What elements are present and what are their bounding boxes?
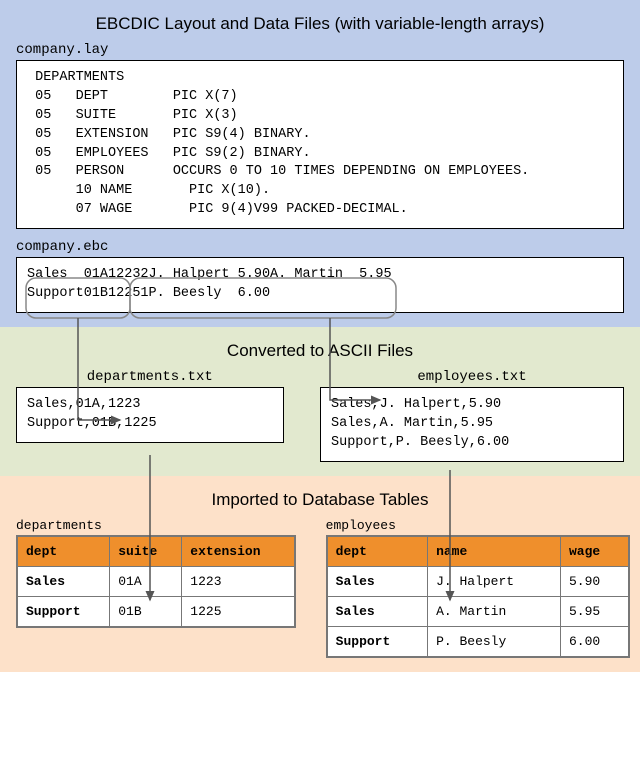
db-section: Imported to Database Tables departments … bbox=[0, 476, 640, 672]
departments-table: dept suite extension Sales 01A 1223 Supp… bbox=[16, 535, 296, 628]
ebc-file-content: Sales 01A12232J. Halpert 5.90A. Martin 5… bbox=[16, 257, 624, 313]
departments-txt-content: Sales,01A,1223 Support,01B,1225 bbox=[16, 387, 284, 443]
section1-title: EBCDIC Layout and Data Files (with varia… bbox=[16, 14, 624, 34]
lay-file-label: company.lay bbox=[16, 42, 624, 58]
employees-table: dept name wage Sales J. Halpert 5.90 Sal… bbox=[326, 535, 630, 658]
wage-header: wage bbox=[561, 536, 629, 567]
extension-header: extension bbox=[182, 536, 295, 567]
employees-txt-content: Sales,J. Halpert,5.90 Sales,A. Martin,5.… bbox=[320, 387, 624, 462]
table-row: Support 01B 1225 bbox=[17, 596, 295, 627]
ebc-file-label: company.ebc bbox=[16, 239, 624, 255]
ascii-section: Converted to ASCII Files departments.txt… bbox=[0, 327, 640, 476]
table-row: Sales 01A 1223 bbox=[17, 566, 295, 596]
employees-table-label: employees bbox=[326, 518, 630, 533]
ebcdic-section: EBCDIC Layout and Data Files (with varia… bbox=[0, 0, 640, 327]
dept-header: dept bbox=[17, 536, 110, 567]
section3-title: Imported to Database Tables bbox=[16, 490, 624, 510]
lay-file-content: DEPARTMENTS 05 DEPT PIC X(7) 05 SUITE PI… bbox=[16, 60, 624, 229]
name-header: name bbox=[428, 536, 561, 567]
table-row: Support P. Beesly 6.00 bbox=[327, 626, 629, 657]
suite-header: suite bbox=[110, 536, 182, 567]
departments-table-label: departments bbox=[16, 518, 296, 533]
employees-txt-label: employees.txt bbox=[320, 369, 624, 385]
section2-title: Converted to ASCII Files bbox=[16, 341, 624, 361]
departments-txt-label: departments.txt bbox=[16, 369, 284, 385]
table-row: Sales J. Halpert 5.90 bbox=[327, 566, 629, 596]
dept-header: dept bbox=[327, 536, 428, 567]
table-row: Sales A. Martin 5.95 bbox=[327, 596, 629, 626]
